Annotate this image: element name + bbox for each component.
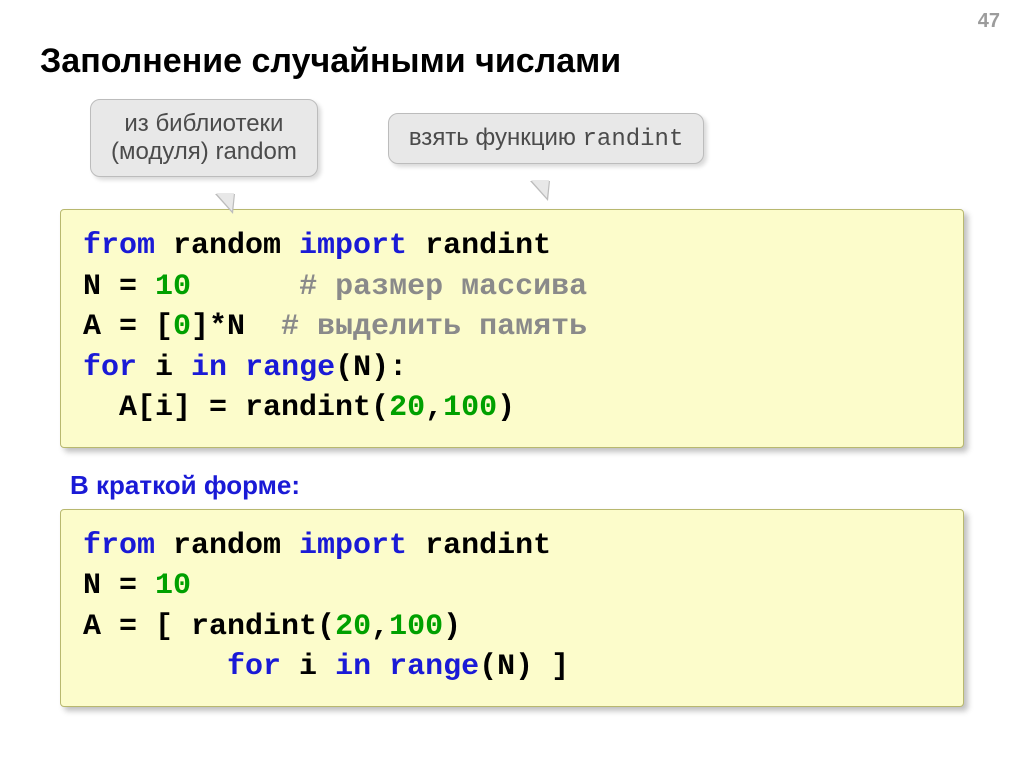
code-number: 10 [155, 270, 191, 304]
code-text: , [371, 610, 389, 644]
code-number: 20 [389, 391, 425, 425]
code-text: (N): [335, 351, 407, 385]
kw-for: for [227, 650, 281, 684]
code-number: 20 [335, 610, 371, 644]
code-text [83, 650, 227, 684]
code-comment: # выделить память [281, 310, 587, 344]
code-text: ) [443, 610, 461, 644]
kw-from: from [83, 529, 155, 563]
page-number: 47 [978, 10, 1000, 33]
code-number: 0 [173, 310, 191, 344]
code-text [227, 351, 245, 385]
code-text [191, 270, 299, 304]
kw-for: for [83, 351, 137, 385]
code-text: , [425, 391, 443, 425]
code-block-2: from random import randint N = 10 A = [ … [60, 509, 964, 707]
code-text: ) [497, 391, 515, 425]
code-text: randint [407, 529, 551, 563]
code-text: N = [83, 569, 155, 603]
code-text: A = [ [83, 310, 173, 344]
code-fn: randint( [245, 391, 389, 425]
code-text: N = [83, 270, 155, 304]
code-number: 100 [443, 391, 497, 425]
callout-function-text: взять функцию [409, 124, 583, 151]
code-text [371, 650, 389, 684]
code-text: (N) ] [479, 650, 569, 684]
callout-library-line1: из библиотеки [111, 110, 297, 138]
code-text: i [281, 650, 335, 684]
kw-import: import [299, 529, 407, 563]
code-text: ]*N [191, 310, 281, 344]
kw-range: range [245, 351, 335, 385]
kw-range: range [389, 650, 479, 684]
code-fn: randint( [191, 610, 335, 644]
callout-function: взять функцию randint [388, 113, 705, 164]
kw-in: in [335, 650, 371, 684]
code-text: i [137, 351, 191, 385]
code-block-1: from random import randint N = 10 # разм… [60, 209, 964, 448]
code-number: 100 [389, 610, 443, 644]
code-comment: # размер массива [299, 270, 587, 304]
kw-import: import [299, 229, 407, 263]
slide-title: Заполнение случайными числами [40, 42, 984, 81]
callout-library: из библиотеки (модуля) random [90, 99, 318, 177]
kw-from: from [83, 229, 155, 263]
subheading: В краткой форме: [70, 470, 984, 501]
code-text: A = [ [83, 610, 191, 644]
code-text: randint [407, 229, 551, 263]
callouts-row: из библиотеки (модуля) random взять функ… [40, 99, 984, 177]
callout-library-line2: (модуля) random [111, 138, 297, 166]
code-text: random [155, 229, 299, 263]
kw-in: in [191, 351, 227, 385]
code-text: A[i] = [83, 391, 245, 425]
code-number: 10 [155, 569, 191, 603]
callout-function-code: randint [583, 126, 684, 153]
code-text: random [155, 529, 299, 563]
